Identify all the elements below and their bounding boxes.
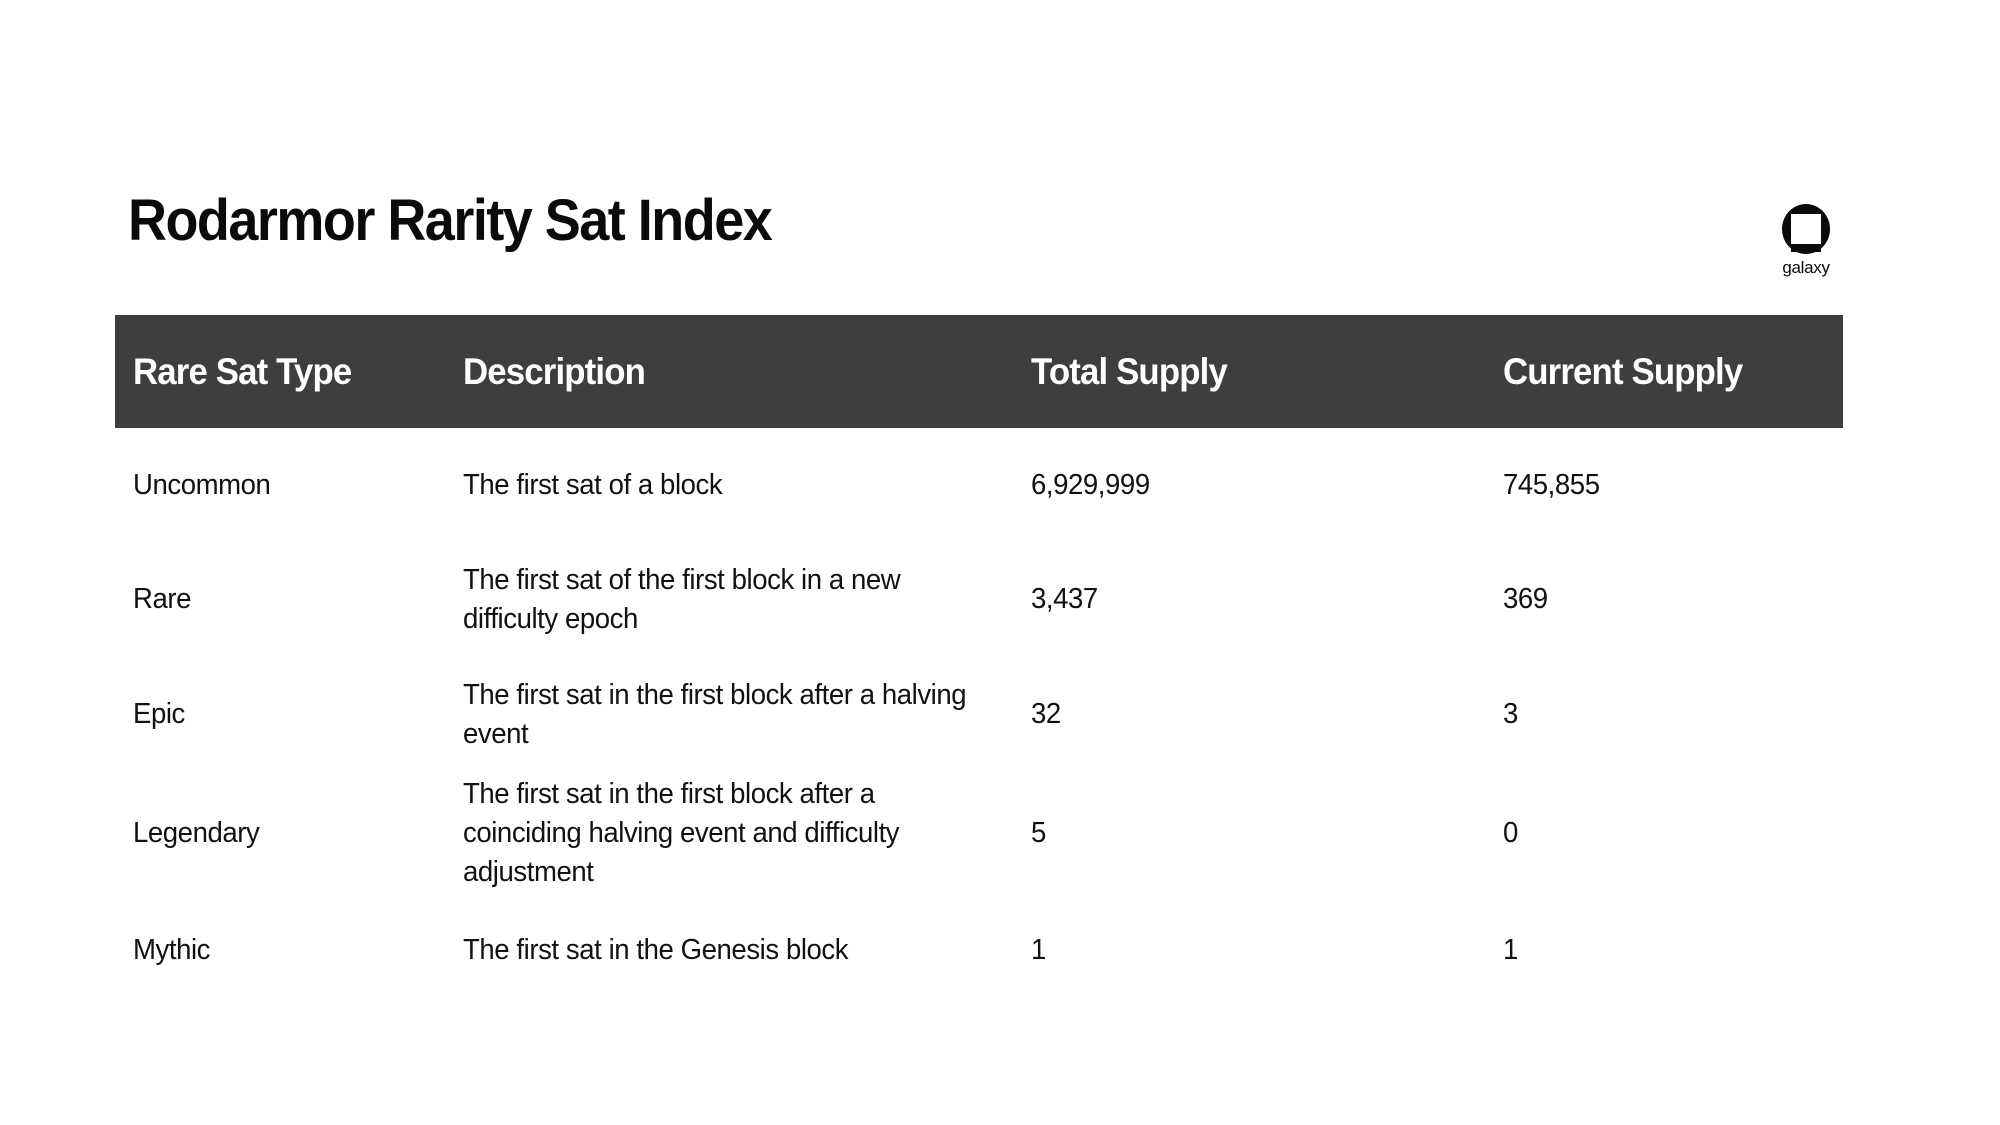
- cell-current-supply: 0: [1503, 816, 1518, 849]
- cell-rare-sat-type: Mythic: [133, 933, 211, 966]
- brand-logo: galaxy: [1768, 202, 1844, 278]
- brand-wordmark: galaxy: [1782, 258, 1830, 277]
- cell-description: The first sat of a block: [463, 468, 723, 501]
- cell-description: The first sat in the Genesis block: [463, 933, 849, 966]
- table-row: Legendary The first sat in the first blo…: [115, 772, 1843, 894]
- cell-total-supply: 32: [1031, 698, 1061, 730]
- table-row: Rare The first sat of the first block in…: [115, 542, 1843, 657]
- cell-total-supply: 6,929,999: [1031, 468, 1150, 501]
- table-header-row: Rare Sat Type Description Total Supply C…: [115, 315, 1843, 428]
- slide-canvas: Rodarmor Rarity Sat Index galaxy Rare Sa…: [0, 0, 2000, 1125]
- cell-rare-sat-type: Legendary: [133, 816, 260, 849]
- cell-description: The first sat in the first block after a…: [463, 678, 967, 750]
- cell-current-supply: 745,855: [1503, 468, 1600, 501]
- cell-rare-sat-type: Epic: [133, 698, 185, 730]
- column-header-total-supply: Total Supply: [1031, 350, 1228, 392]
- column-header-current-supply: Current Supply: [1503, 350, 1743, 392]
- rarity-table: Rare Sat Type Description Total Supply C…: [115, 315, 1843, 1006]
- cell-rare-sat-type: Rare: [133, 583, 192, 615]
- cell-description: The first sat of the first block in a ne…: [463, 563, 901, 635]
- column-header-rare-sat-type: Rare Sat Type: [133, 350, 352, 392]
- table-row: Mythic The first sat in the Genesis bloc…: [115, 894, 1843, 1006]
- table-row: Uncommon The first sat of a block 6,929,…: [115, 428, 1843, 542]
- cell-total-supply: 5: [1031, 816, 1046, 849]
- table-body: Uncommon The first sat of a block 6,929,…: [115, 428, 1843, 1006]
- column-header-description: Description: [463, 350, 646, 392]
- slide-header: Rodarmor Rarity Sat Index galaxy: [128, 190, 1844, 290]
- cell-rare-sat-type: Uncommon: [133, 468, 271, 501]
- cell-description: The first sat in the first block after a…: [463, 777, 900, 888]
- cell-current-supply: 369: [1503, 583, 1548, 615]
- cell-current-supply: 1: [1503, 933, 1518, 966]
- galaxy-arch-square-logo-icon: [1779, 202, 1833, 256]
- cell-total-supply: 3,437: [1031, 583, 1098, 615]
- table-row: Epic The first sat in the first block af…: [115, 657, 1843, 772]
- page-title: Rodarmor Rarity Sat Index: [128, 188, 773, 253]
- cell-current-supply: 3: [1503, 698, 1518, 730]
- cell-total-supply: 1: [1031, 933, 1046, 966]
